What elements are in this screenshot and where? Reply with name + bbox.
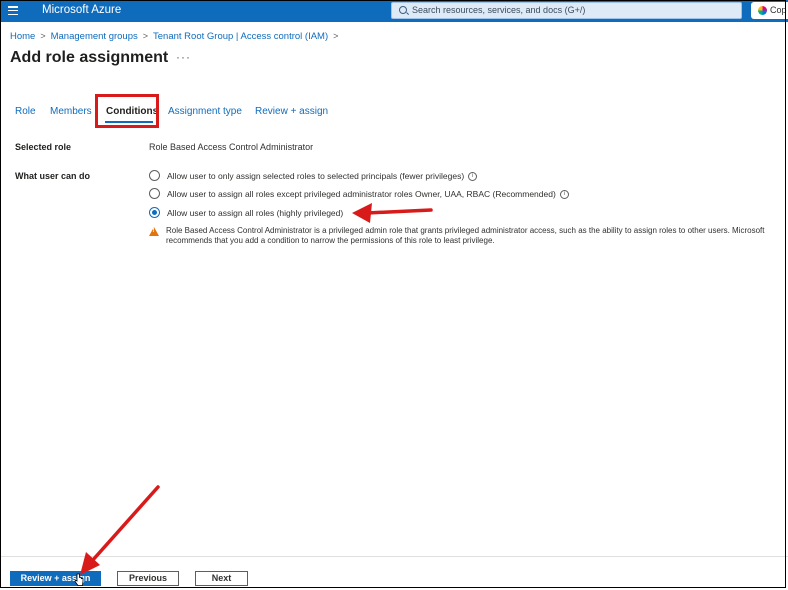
privilege-warning-text: Role Based Access Control Administrator …	[166, 226, 765, 245]
info-icon[interactable]: i	[559, 190, 569, 200]
selected-role-label: Selected role	[15, 142, 72, 152]
option-fewer-privileges-text: Allow user to only assign selected roles…	[167, 171, 465, 181]
tab-members[interactable]: Members	[50, 106, 92, 117]
breadcrumb-management-groups[interactable]: Management groups	[51, 31, 138, 42]
option-highly-privileged-text: Allow user to assign all roles (highly p…	[167, 208, 344, 218]
copilot-label: Cop	[770, 5, 787, 15]
radio-highly-privileged[interactable]	[149, 207, 160, 218]
tab-assignment-type[interactable]: Assignment type	[168, 106, 242, 117]
search-placeholder: Search resources, services, and docs (G+…	[412, 5, 586, 15]
tab-review-assign[interactable]: Review + assign	[255, 106, 328, 117]
breadcrumb-tenant-root-group[interactable]: Tenant Root Group | Access control (IAM)	[153, 31, 328, 42]
window-frame	[0, 0, 786, 588]
radio-option-label: Allow user to only assign selected roles…	[167, 171, 478, 182]
user-can-do-label: What user can do	[15, 171, 91, 181]
review-assign-button[interactable]: Review + assign	[10, 571, 101, 586]
chevron-right-icon: >	[40, 31, 46, 41]
selected-role-value: Role Based Access Control Administrator	[149, 142, 314, 152]
hand-cursor-icon	[74, 573, 84, 586]
option-recommended-text: Allow user to assign all roles except pr…	[167, 189, 556, 199]
chevron-right-icon: >	[333, 31, 339, 41]
breadcrumb-home[interactable]: Home	[10, 31, 35, 42]
hamburger-menu-icon[interactable]	[8, 6, 18, 16]
global-search-input[interactable]: Search resources, services, and docs (G+…	[391, 2, 742, 19]
search-icon	[399, 6, 407, 14]
warning-icon	[149, 227, 159, 236]
info-icon[interactable]: i	[468, 172, 478, 182]
page-title: Add role assignment	[10, 49, 169, 66]
top-bar: Microsoft Azure Search resources, servic…	[0, 0, 788, 22]
radio-option-label: Allow user to assign all roles except pr…	[167, 189, 569, 200]
radio-recommended[interactable]	[149, 188, 160, 199]
copilot-button[interactable]: Cop	[751, 2, 788, 19]
more-options-icon[interactable]: ···	[176, 50, 191, 64]
annotation-highlight-box	[95, 94, 159, 128]
chevron-right-icon: >	[142, 31, 149, 41]
copilot-icon	[758, 6, 767, 15]
red-arrow-icon	[80, 485, 160, 575]
next-button[interactable]: Next	[195, 571, 248, 586]
annotation-layer	[80, 203, 433, 575]
radio-fewer-privileges[interactable]	[149, 170, 160, 181]
tab-role[interactable]: Role	[15, 106, 36, 117]
brand-title[interactable]: Microsoft Azure	[42, 4, 121, 16]
red-arrow-icon	[352, 203, 433, 223]
footer-divider	[0, 556, 788, 557]
breadcrumb: Home > Management groups > Tenant Root Group…	[10, 31, 343, 42]
previous-button[interactable]: Previous	[117, 571, 179, 586]
